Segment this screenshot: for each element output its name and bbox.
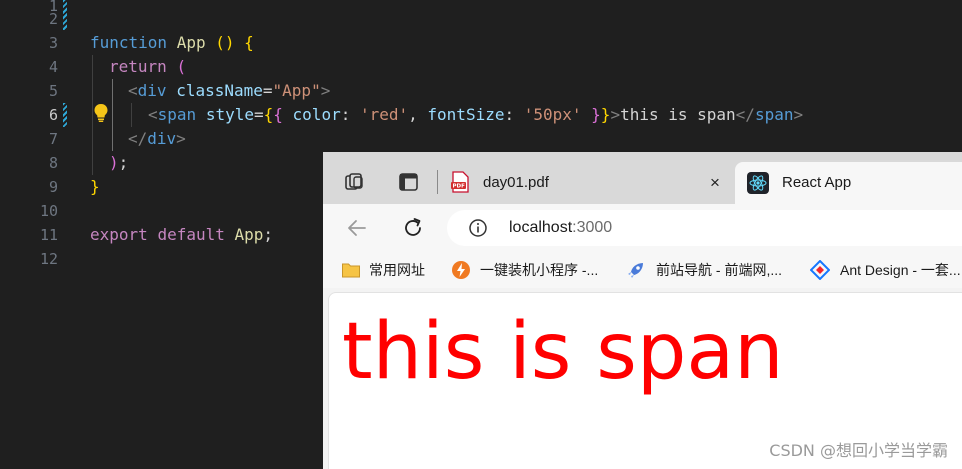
string: "App" <box>272 81 321 100</box>
bracket: } <box>600 105 611 124</box>
refresh-icon[interactable] <box>401 216 425 240</box>
rendered-span-text: this is span <box>342 307 784 397</box>
line-number: 11 <box>39 226 58 244</box>
favorite-link-installer[interactable]: 一键装机小程序 -... <box>480 260 598 280</box>
tag-name: span <box>157 105 197 124</box>
string: '50px' <box>523 105 582 124</box>
installer-app-icon <box>452 261 470 279</box>
tag-punct: > <box>793 105 804 124</box>
code-line: } <box>90 175 100 199</box>
property-name: fontSize <box>427 105 505 124</box>
pdf-icon: PDF <box>451 171 469 193</box>
favorite-folder-common[interactable]: 常用网址 <box>369 260 425 280</box>
url-host: localhost <box>509 219 573 236</box>
property-name: color <box>282 105 341 124</box>
site-info-icon[interactable] <box>468 218 488 238</box>
bracket: { <box>273 105 283 124</box>
equals: = <box>253 105 264 124</box>
tag-punct: > <box>320 81 331 100</box>
browser-window: PDF day01.pdf × React App localhost:3000… <box>323 152 962 469</box>
semicolon: ; <box>118 153 129 172</box>
lightbulb-icon[interactable] <box>93 103 109 123</box>
equals: = <box>262 81 273 100</box>
tag-punct: < <box>148 105 158 124</box>
watermark: CSDN @想回小学当学霸 <box>769 441 948 460</box>
keyword: default <box>157 225 225 244</box>
line-number: 12 <box>39 250 58 268</box>
bracket: ) <box>109 153 119 172</box>
colon: : <box>340 105 360 124</box>
tab-separator <box>437 170 438 194</box>
bracket: () <box>215 33 235 52</box>
tag-punct: </ <box>735 105 755 124</box>
keyword: function <box>90 33 168 52</box>
tag-name: div <box>147 129 177 148</box>
vertical-tabs-icon[interactable] <box>398 171 420 193</box>
favorites-bar: 常用网址 一键装机小程序 -... 前站导航 - 前端网,... Ant Des… <box>323 252 962 288</box>
line-number: 4 <box>48 58 58 76</box>
code-line: function App () { <box>90 31 254 55</box>
line-number: 7 <box>48 130 58 148</box>
tag-name: span <box>754 105 794 124</box>
code-line: </div> <box>128 127 186 151</box>
code-line: export default App; <box>90 223 273 247</box>
back-arrow-icon[interactable] <box>345 216 369 240</box>
favorite-link-ant-design[interactable]: Ant Design - 一套... <box>840 260 961 280</box>
string: 'red' <box>359 105 409 124</box>
close-tab-icon[interactable]: × <box>710 173 720 193</box>
colon: : <box>504 105 524 124</box>
tab-day01-pdf[interactable]: PDF day01.pdf × <box>441 164 731 204</box>
tab-react-app[interactable]: React App <box>735 162 962 204</box>
svg-text:PDF: PDF <box>453 184 466 190</box>
url-port: :3000 <box>572 219 613 236</box>
rocket-icon <box>628 263 643 278</box>
tab-title: day01.pdf <box>483 174 549 191</box>
jsx-text: this is span <box>620 105 736 124</box>
bracket: { <box>263 105 274 124</box>
keyword: return <box>109 57 167 76</box>
semicolon: ; <box>263 225 274 244</box>
attribute-name: className <box>176 81 263 100</box>
bracket: ( <box>176 57 187 76</box>
keyword: export <box>90 225 148 244</box>
code-line: return ( <box>109 55 186 79</box>
bracket: } <box>581 105 601 124</box>
attribute-name: style <box>205 105 254 124</box>
code-line-active: <span style={{ color: 'red', fontSize: '… <box>148 103 803 127</box>
url-text: localhost:3000 <box>509 219 612 237</box>
function-name: App <box>176 33 206 52</box>
line-number: 8 <box>48 154 58 172</box>
ant-design-logo-icon <box>810 260 830 280</box>
tab-strip: PDF day01.pdf × React App <box>323 152 962 204</box>
browser-toolbar: localhost:3000 <box>323 204 962 252</box>
bracket: } <box>90 177 100 196</box>
react-logo-icon <box>747 172 769 194</box>
workspaces-icon[interactable] <box>344 171 366 193</box>
line-number: 3 <box>48 34 58 52</box>
line-number-active: 6 <box>48 106 58 124</box>
tag-punct: > <box>610 105 621 124</box>
code-line: <div className="App"> <box>128 79 330 103</box>
identifier: App <box>234 225 264 244</box>
address-bar[interactable]: localhost:3000 <box>447 210 962 246</box>
tag-punct: </ <box>128 129 148 148</box>
line-number: 5 <box>48 82 58 100</box>
dirty-diff-marker[interactable] <box>63 0 67 30</box>
dirty-diff-marker[interactable] <box>63 103 67 127</box>
tab-title: React App <box>782 174 852 191</box>
line-number: 10 <box>39 202 58 220</box>
tag-punct: > <box>176 129 186 148</box>
favorite-link-frontend-nav[interactable]: 前站导航 - 前端网,... <box>656 260 782 280</box>
line-number: 2 <box>48 10 58 28</box>
bracket: { <box>244 33 254 52</box>
indent-guide <box>131 103 132 127</box>
tag-name: div <box>137 81 167 100</box>
tag-punct: < <box>128 81 138 100</box>
line-number: 9 <box>48 178 58 196</box>
folder-icon <box>342 263 360 278</box>
indent-guide-active <box>112 79 113 151</box>
comma: , <box>408 105 428 124</box>
code-line: ); <box>109 151 128 175</box>
